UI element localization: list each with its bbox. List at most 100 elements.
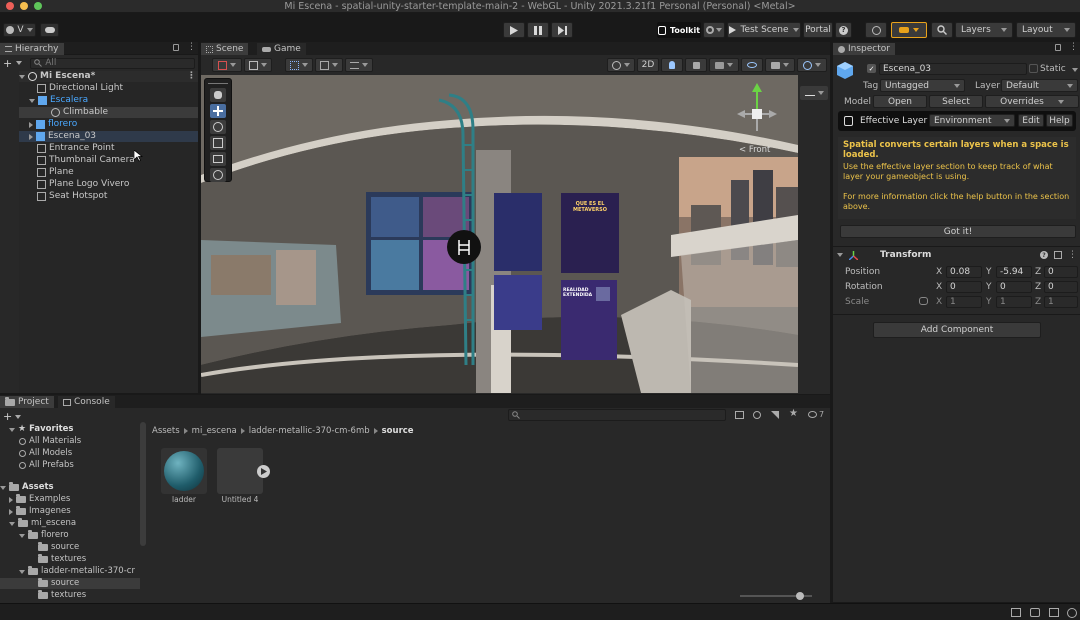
layers-status-icon[interactable] — [1049, 608, 1059, 617]
rotation-x-field[interactable]: 0 — [946, 281, 982, 293]
help-button[interactable]: ? — [835, 22, 852, 38]
scale-tool-button[interactable] — [210, 136, 226, 150]
camera-settings-dropdown[interactable] — [765, 58, 795, 72]
help-icon[interactable]: ? — [1040, 251, 1048, 259]
eye-slash-icon[interactable] — [808, 411, 817, 418]
hidden-objects-toggle[interactable] — [741, 58, 763, 72]
expand-asset-icon[interactable] — [257, 465, 270, 478]
select-button[interactable]: Select — [929, 95, 983, 108]
favorites-header[interactable]: ★ Favorites — [9, 424, 74, 435]
history-button[interactable] — [865, 22, 887, 38]
add-component-button[interactable]: Add Component — [873, 322, 1041, 338]
hierarchy-item[interactable]: Entrance Point — [37, 143, 115, 154]
favorite-item[interactable]: All Materials — [19, 436, 81, 447]
breadcrumb-item[interactable]: ladder-metallic-370-cm-6mb — [249, 426, 370, 436]
transform-tool-button[interactable] — [210, 168, 226, 182]
more-options-icon[interactable]: ⋮ — [187, 42, 196, 52]
rotation-y-field[interactable]: 0 — [996, 281, 1032, 293]
collab-dropdown[interactable] — [891, 22, 927, 38]
move-tool-button[interactable] — [210, 104, 226, 118]
hierarchy-item[interactable]: Escena_03 — [19, 131, 198, 142]
folder-item[interactable]: source — [38, 542, 79, 553]
folder-tree-scrollbar[interactable] — [140, 422, 146, 546]
edit-button[interactable]: Edit — [1018, 114, 1044, 127]
pause-button[interactable] — [527, 22, 549, 38]
palette-grip[interactable] — [208, 83, 228, 84]
hierarchy-search-input[interactable]: All — [30, 57, 195, 69]
hierarchy-item[interactable]: Plane — [37, 167, 74, 178]
open-button[interactable]: Open — [873, 95, 927, 108]
search-by-label-icon[interactable] — [753, 411, 761, 419]
step-button[interactable] — [551, 22, 573, 38]
thumbnail-size-slider-thumb[interactable] — [796, 592, 804, 600]
folder-item[interactable]: Imagenes — [9, 506, 71, 517]
settings-dropdown[interactable] — [703, 22, 725, 38]
hierarchy-item[interactable]: Thumbnail Camera — [37, 155, 135, 166]
orientation-gizmo[interactable] — [735, 83, 779, 141]
snap-increment-dropdown[interactable] — [315, 58, 343, 72]
cache-icon[interactable] — [1030, 608, 1040, 617]
overlay-menu-button[interactable] — [800, 86, 828, 100]
preset-icon[interactable] — [1054, 251, 1062, 259]
bug-icon[interactable] — [1011, 608, 1021, 617]
hierarchy-item[interactable]: florero — [29, 119, 77, 130]
project-search-input[interactable] — [508, 409, 726, 421]
hierarchy-item[interactable]: Plane Logo Vivero — [37, 179, 129, 190]
tag-dropdown[interactable]: Untagged — [880, 79, 965, 92]
folder-item[interactable]: mi_escena — [9, 518, 76, 529]
transform-header[interactable]: Transform ? ⋮ — [837, 249, 1077, 261]
component-menu-icon[interactable]: ⋮ — [1068, 250, 1077, 260]
folder-item[interactable]: textures — [38, 554, 86, 565]
hierarchy-item[interactable]: Escalera — [29, 95, 88, 106]
search-button[interactable] — [931, 22, 953, 38]
lock-icon[interactable] — [1055, 44, 1061, 51]
rotation-z-field[interactable]: 0 — [1044, 281, 1078, 293]
static-checkbox[interactable] — [1029, 64, 1038, 73]
render-mode-dropdown[interactable] — [244, 58, 272, 72]
scene-viewport[interactable]: QUE ES EL METAVERSO REALIDAD EXTENDIDA <… — [201, 75, 798, 393]
audio-toggle[interactable] — [685, 58, 707, 72]
folder-item-selected[interactable]: source — [0, 578, 140, 589]
increment-snap-dropdown[interactable] — [345, 58, 373, 72]
test-scene-button[interactable]: Test Scene — [727, 22, 801, 38]
object-name-field[interactable]: Escena_03 — [879, 63, 1027, 75]
hierarchy-item[interactable]: Seat Hotspot — [37, 191, 107, 202]
got-it-button[interactable]: Got it! — [840, 225, 1076, 238]
add-object-button[interactable]: + — [3, 57, 12, 70]
scale-z-field[interactable]: 1 — [1044, 296, 1078, 308]
folder-item[interactable]: Assets — [0, 482, 54, 493]
hierarchy-item[interactable]: Climbable — [19, 107, 198, 118]
folder-item[interactable]: florero — [19, 530, 69, 541]
tab-game[interactable]: Game — [257, 43, 306, 55]
grid-snap-dropdown[interactable] — [285, 58, 313, 72]
position-z-field[interactable]: 0 — [1044, 266, 1078, 278]
gizmos-dropdown[interactable] — [797, 58, 827, 72]
portal-button[interactable]: Portal — [803, 22, 833, 38]
scene-menu-icon[interactable]: ⋮ — [187, 71, 196, 82]
lighting-toggle[interactable] — [661, 58, 683, 72]
folder-item[interactable]: textures — [38, 590, 86, 601]
favorite-star-icon[interactable]: ★ — [789, 408, 798, 419]
tab-project[interactable]: Project — [0, 396, 54, 408]
tab-scene[interactable]: Scene — [201, 43, 249, 55]
cloud-button[interactable] — [40, 23, 59, 37]
overrides-dropdown[interactable]: Overrides — [985, 95, 1079, 108]
asset-thumbnail-ladder[interactable] — [161, 448, 207, 494]
tab-inspector[interactable]: Inspector — [833, 43, 895, 55]
toolkit-button[interactable]: Toolkit — [657, 22, 701, 38]
layers-dropdown[interactable]: Layers — [955, 22, 1013, 38]
play-button[interactable] — [503, 22, 525, 38]
position-x-field[interactable]: 0.08 — [946, 266, 982, 278]
favorite-item[interactable]: All Prefabs — [19, 460, 74, 471]
lock-icon[interactable] — [173, 44, 179, 51]
rotate-tool-button[interactable] — [210, 120, 226, 134]
hierarchy-item[interactable]: Directional Light — [37, 83, 123, 94]
active-checkbox[interactable]: ✓ — [867, 64, 876, 73]
chevron-down-icon[interactable] — [1072, 68, 1078, 72]
breadcrumb-current[interactable]: source — [382, 426, 414, 436]
search-by-type-icon[interactable] — [735, 411, 744, 419]
tag-icon[interactable] — [771, 411, 779, 419]
account-dropdown[interactable]: V — [3, 23, 36, 37]
layer-dropdown[interactable]: Default — [1001, 79, 1078, 92]
constrain-proportions-icon[interactable] — [919, 297, 928, 305]
